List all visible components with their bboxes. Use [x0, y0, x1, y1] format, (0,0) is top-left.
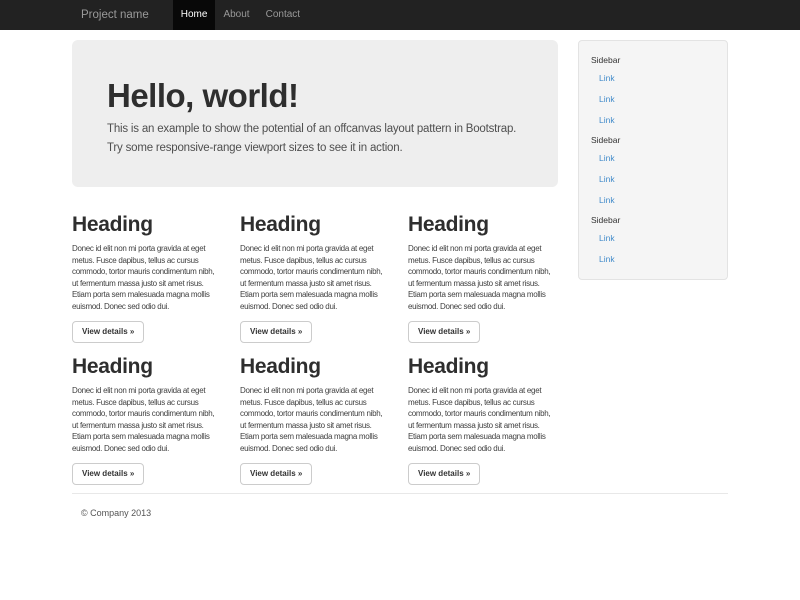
- jumbotron: Hello, world! This is an example to show…: [72, 40, 558, 187]
- sidebar-group-heading: Sidebar: [591, 51, 715, 68]
- card-body-text: Donec id elit non mi porta gravida at eg…: [408, 243, 558, 312]
- content-card: Heading Donec id elit non mi porta gravid…: [240, 201, 390, 343]
- sidebar-group-heading: Sidebar: [591, 131, 715, 148]
- view-details-button[interactable]: View details »: [240, 463, 312, 485]
- sidebar-link[interactable]: Link: [591, 169, 715, 190]
- navbar-container: Project name HomeAboutContact: [72, 0, 728, 30]
- card-body-text: Donec id elit non mi porta gravida at eg…: [408, 385, 558, 454]
- copyright-text: © Company 2013: [81, 508, 728, 518]
- sidebar-well: SidebarLinkLinkLinkSidebarLinkLinkLinkSi…: [578, 40, 728, 280]
- content-card: Heading Donec id elit non mi porta gravid…: [72, 201, 222, 343]
- sidebar-link[interactable]: Link: [591, 249, 715, 270]
- card-heading: Heading: [408, 213, 558, 237]
- content-card: Heading Donec id elit non mi porta gravid…: [408, 343, 558, 485]
- nav-item-contact[interactable]: Contact: [258, 0, 308, 30]
- sidebar-link[interactable]: Link: [591, 190, 715, 211]
- card-body-text: Donec id elit non mi porta gravida at eg…: [240, 243, 390, 312]
- content-card: Heading Donec id elit non mi porta gravid…: [408, 201, 558, 343]
- view-details-button[interactable]: View details »: [72, 463, 144, 485]
- cards-grid: Heading Donec id elit non mi porta gravid…: [72, 201, 558, 485]
- brand-link[interactable]: Project name: [72, 0, 161, 30]
- nav-menu: HomeAboutContact: [173, 0, 308, 30]
- sidebar-link[interactable]: Link: [591, 68, 715, 89]
- card-heading: Heading: [240, 355, 390, 379]
- sidebar-group-heading: Sidebar: [591, 211, 715, 228]
- card-heading: Heading: [72, 213, 222, 237]
- view-details-button[interactable]: View details »: [72, 321, 144, 343]
- content-card: Heading Donec id elit non mi porta gravid…: [240, 343, 390, 485]
- sidebar-link[interactable]: Link: [591, 110, 715, 131]
- card-heading: Heading: [240, 213, 390, 237]
- content-card: Heading Donec id elit non mi porta gravid…: [72, 343, 222, 485]
- sidebar-link[interactable]: Link: [591, 89, 715, 110]
- card-heading: Heading: [408, 355, 558, 379]
- page-title: Hello, world!: [107, 78, 523, 114]
- sidebar-link[interactable]: Link: [591, 148, 715, 169]
- content-row: Hello, world! This is an example to show…: [72, 40, 728, 485]
- card-body-text: Donec id elit non mi porta gravida at eg…: [72, 385, 222, 454]
- main-column: Hello, world! This is an example to show…: [72, 40, 558, 485]
- card-body-text: Donec id elit non mi porta gravida at eg…: [72, 243, 222, 312]
- page-container: Hello, world! This is an example to show…: [72, 40, 728, 518]
- view-details-button[interactable]: View details »: [408, 321, 480, 343]
- view-details-button[interactable]: View details »: [240, 321, 312, 343]
- sidebar-link[interactable]: Link: [591, 228, 715, 249]
- navbar: Project name HomeAboutContact: [0, 0, 800, 30]
- card-body-text: Donec id elit non mi porta gravida at eg…: [240, 385, 390, 454]
- nav-item-home[interactable]: Home: [173, 0, 216, 30]
- card-heading: Heading: [72, 355, 222, 379]
- footer: © Company 2013: [72, 508, 728, 518]
- footer-divider: [72, 493, 728, 494]
- nav-item-about[interactable]: About: [215, 0, 257, 30]
- view-details-button[interactable]: View details »: [408, 463, 480, 485]
- jumbotron-description: This is an example to show the potential…: [107, 120, 523, 158]
